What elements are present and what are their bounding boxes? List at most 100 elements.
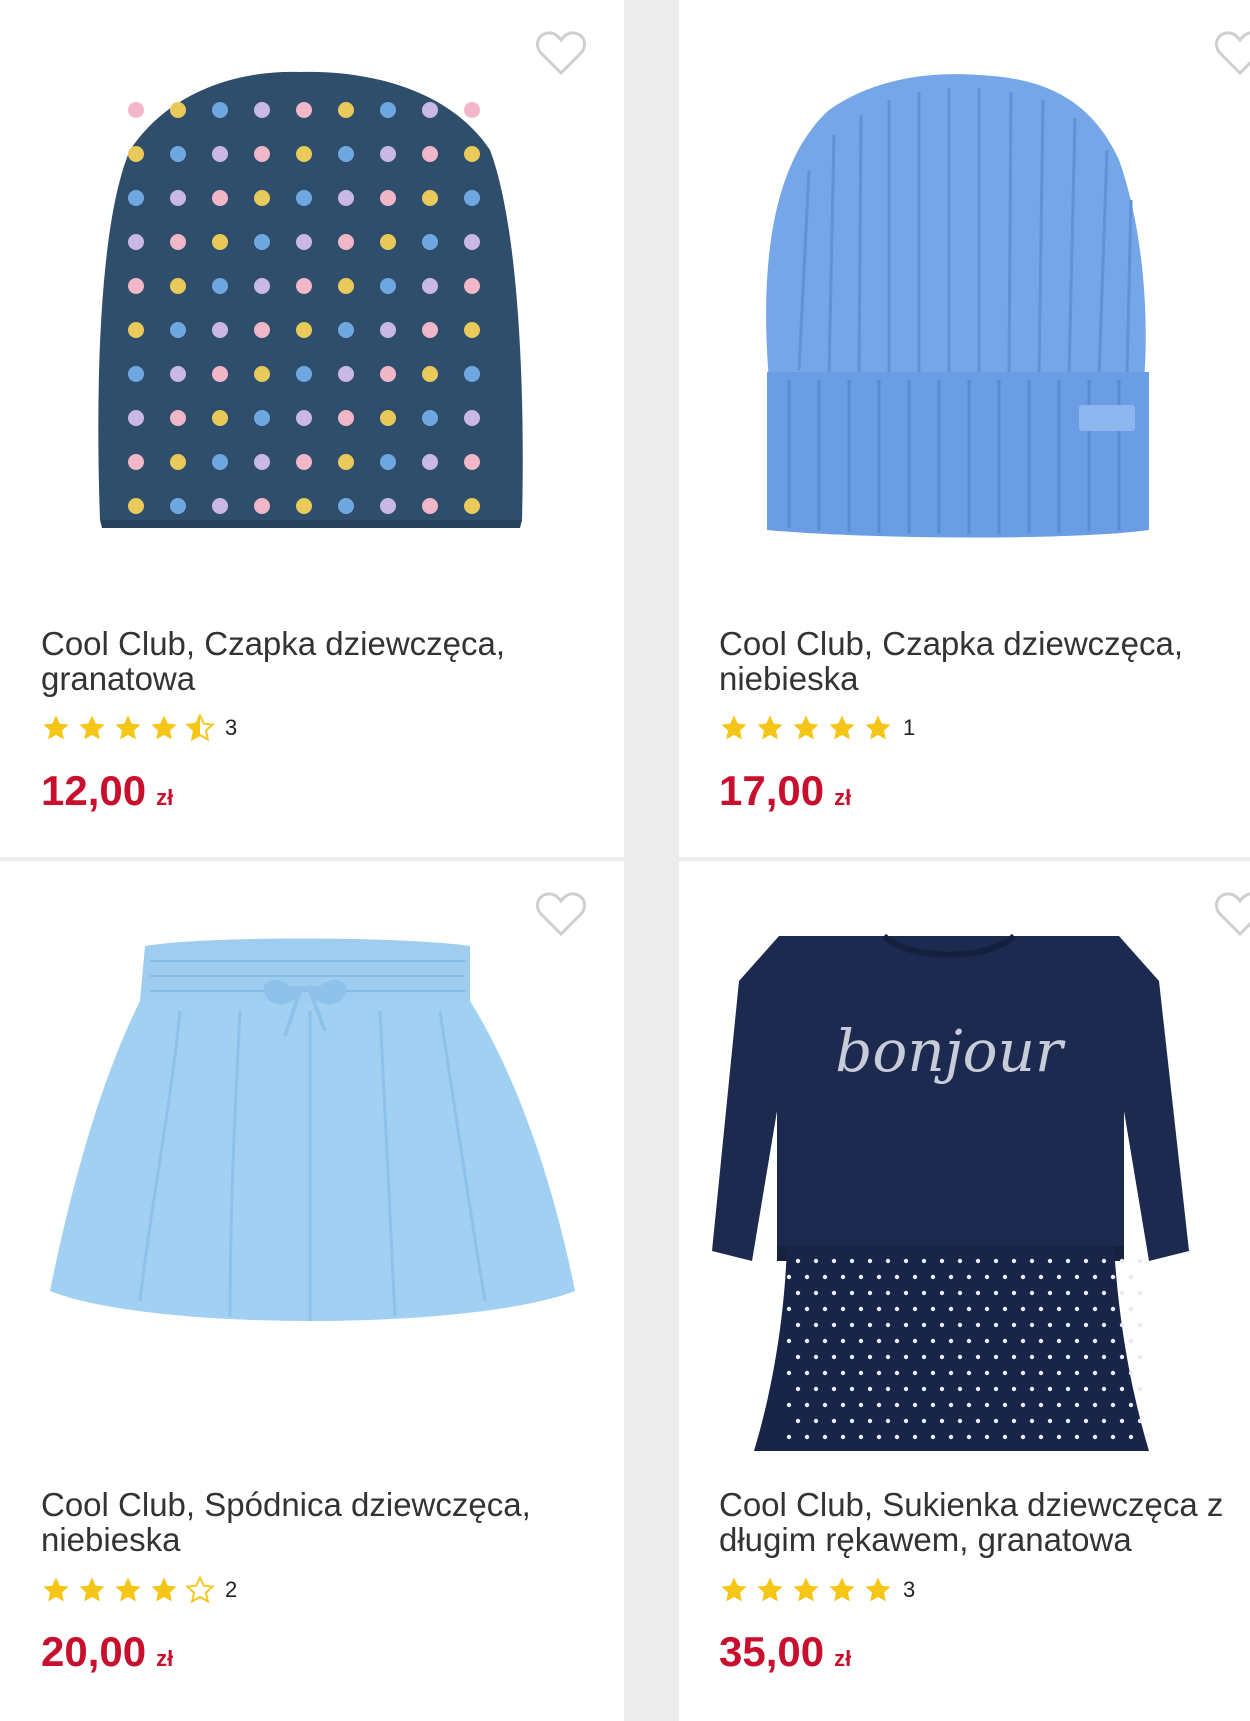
product-card[interactable]: Cool Club, Czapka dziewczęca, niebieska … [679,0,1250,857]
polka-dot [380,454,396,470]
polka-dot [1011,1418,1017,1424]
star-icon [79,1577,105,1602]
polka-dot [939,1386,945,1392]
polka-dot [1092,1434,1098,1440]
polka-dot [1065,1386,1071,1392]
polka-dot [338,234,354,250]
polka-dot [894,1434,900,1440]
polka-dot [840,1306,846,1312]
polka-dot [867,1290,873,1296]
polka-dot [1029,1290,1035,1296]
polka-dot [966,1274,972,1280]
star-icon [865,715,891,740]
polka-dot [975,1290,981,1296]
product-card[interactable]: Cool Club, Spódnica dziewczęca, niebiesk… [0,861,624,1721]
polka-dot [422,366,438,382]
polka-dot [858,1434,864,1440]
polka-dot [422,146,438,162]
star-icon [115,1577,141,1602]
polka-dot [831,1290,837,1296]
polka-dot [1119,1258,1125,1264]
polka-dot [876,1434,882,1440]
polka-dot [1083,1258,1089,1264]
polka-dot [1092,1402,1098,1408]
polka-dot [921,1258,927,1264]
polka-dot [464,498,480,514]
polka-dot [975,1258,981,1264]
polka-dot [966,1370,972,1376]
polka-dot [804,1370,810,1376]
polka-dot [822,1274,828,1280]
polka-dot [1092,1274,1098,1280]
polka-dot [1074,1370,1080,1376]
polka-dot [212,102,228,118]
star-icon [757,715,783,740]
polka-dot [212,190,228,206]
polka-dot [1038,1434,1044,1440]
polka-dot [795,1290,801,1296]
polka-dot [957,1290,963,1296]
polka-dot [296,498,312,514]
product-title[interactable]: Cool Club, Sukienka dziewczęca z długim … [719,1487,1249,1557]
polka-dot [380,102,396,118]
rating: 2 [41,1574,237,1606]
polka-dot [338,410,354,426]
polka-dot [849,1386,855,1392]
polka-dot [422,322,438,338]
polka-dot [338,322,354,338]
polka-dot [993,1386,999,1392]
polka-dot [296,102,312,118]
product-title[interactable]: Cool Club, Spódnica dziewczęca, niebiesk… [41,1487,581,1557]
polka-dot [984,1402,990,1408]
polka-dot [984,1306,990,1312]
price-currency: zł [156,785,174,810]
polka-dot [464,322,480,338]
polka-dot [464,234,480,250]
polka-dot [984,1370,990,1376]
polka-dot [867,1386,873,1392]
polka-dot [1065,1418,1071,1424]
polka-dot [338,498,354,514]
polka-dot [170,366,186,382]
polka-dot [1038,1306,1044,1312]
polka-dot [921,1290,927,1296]
polka-dot [930,1370,936,1376]
polka-dot [1038,1370,1044,1376]
polka-dot [957,1386,963,1392]
polka-dot [422,190,438,206]
polka-dot [984,1274,990,1280]
product-card[interactable]: bonjour Cool Club, Sukienka dziewczęca z… [679,861,1250,1721]
polka-dot [876,1306,882,1312]
product-title[interactable]: Cool Club, Czapka dziewczęca, niebieska [719,626,1249,696]
polka-dot [912,1370,918,1376]
product-card[interactable]: Cool Club, Czapka dziewczęca, granatowa … [0,0,624,857]
polka-dot [858,1306,864,1312]
polka-dot [380,498,396,514]
product-image-skirt[interactable] [0,861,624,1421]
polka-dot [786,1274,792,1280]
polka-dot [930,1402,936,1408]
polka-dot [1110,1434,1116,1440]
empty-star-icon [185,1575,215,1604]
product-title[interactable]: Cool Club, Czapka dziewczęca, granatowa [41,626,581,696]
polka-dot [296,410,312,426]
polka-dot [894,1306,900,1312]
polka-dot [212,278,228,294]
polka-dot [1056,1402,1062,1408]
star-icon [151,1577,177,1602]
price-currency: zł [156,1646,174,1671]
star-icon [79,715,105,740]
polka-dot [1137,1386,1143,1392]
polka-dot [254,498,270,514]
product-image-dress[interactable]: bonjour [679,861,1250,1461]
polka-dot [1074,1306,1080,1312]
polka-dot [1056,1306,1062,1312]
polka-dot [1137,1290,1143,1296]
polka-dot [993,1322,999,1328]
product-image-beanie[interactable] [0,0,624,560]
polka-dot [813,1258,819,1264]
polka-dot [422,410,438,426]
product-image-knit-beanie[interactable] [679,0,1250,560]
polka-dot [786,1338,792,1344]
polka-dot [1002,1306,1008,1312]
